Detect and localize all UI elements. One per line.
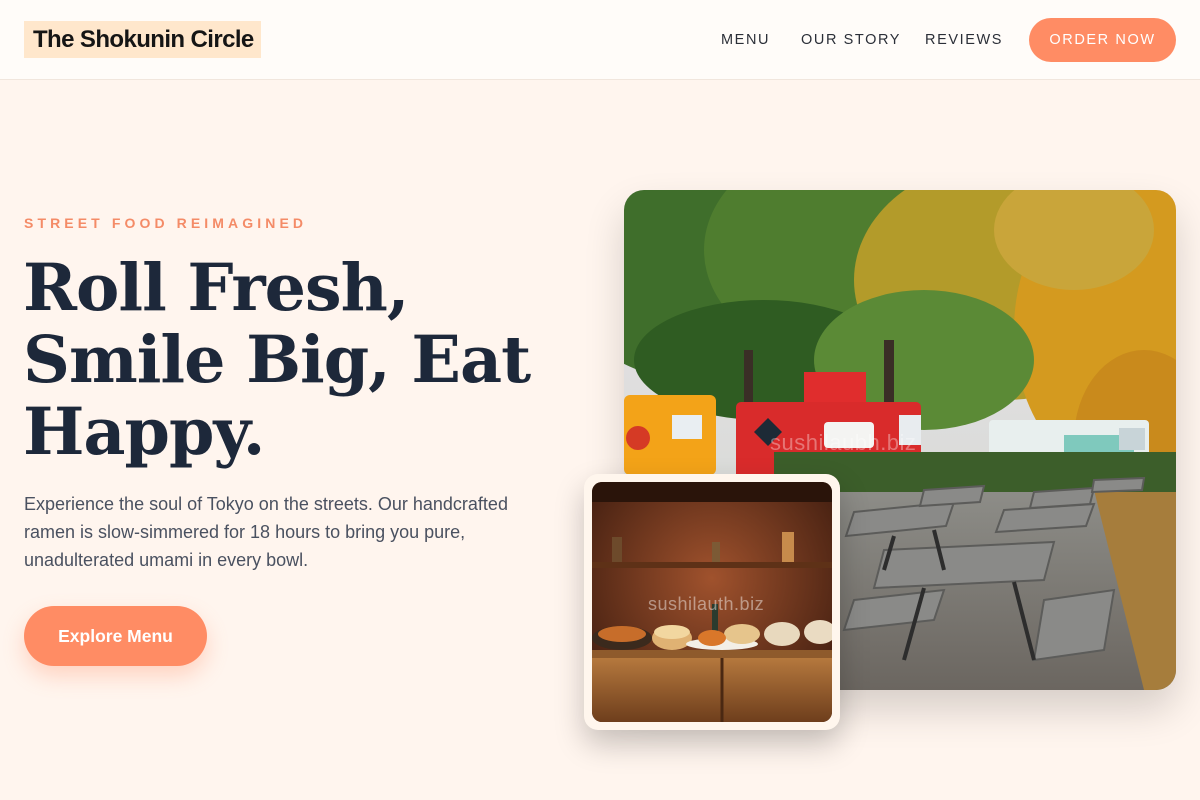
explore-menu-button[interactable]: Explore Menu [24, 606, 207, 666]
site-header: The Shokunin Circle MENU OUR STORY REVIE… [0, 0, 1200, 80]
nav-link-reviews[interactable]: REVIEWS [925, 31, 1003, 49]
inset-photo-frame [584, 474, 840, 730]
hero-description: Experience the soul of Tokyo on the stre… [24, 494, 508, 570]
hero-title: Roll Fresh, Smile Big, Eat Happy. [23, 250, 531, 470]
food-platter-photo [592, 482, 832, 722]
nav-link-menu[interactable]: MENU [721, 31, 770, 49]
hero-eyebrow: STREET FOOD REIMAGINED [24, 215, 308, 231]
order-now-button[interactable]: ORDER NOW [1029, 18, 1176, 62]
site-logo[interactable]: The Shokunin Circle [24, 21, 261, 58]
nav-link-our-story[interactable]: OUR STORY [801, 31, 901, 49]
